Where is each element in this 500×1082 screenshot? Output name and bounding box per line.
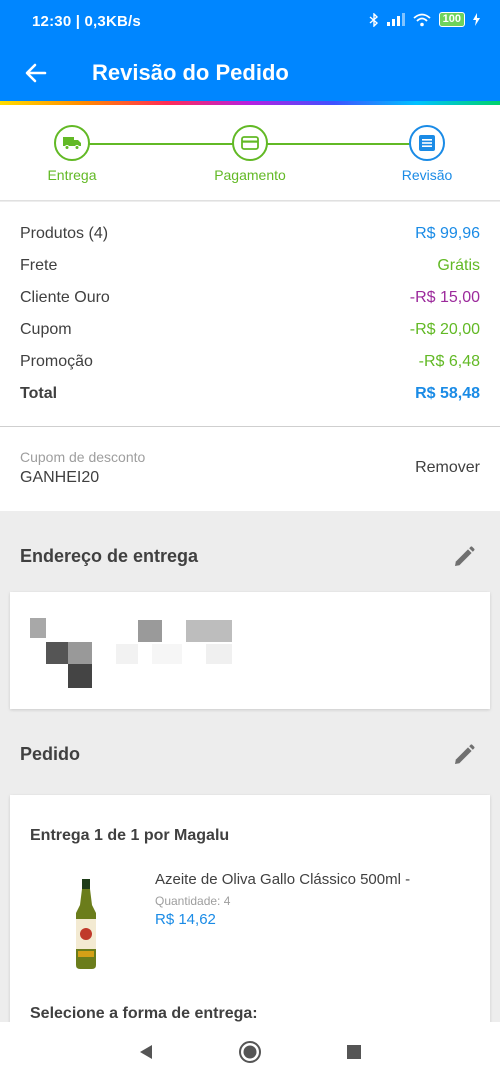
order-summary: Produtos (4) R$ 99,96 Frete Grátis Clien… (0, 202, 500, 426)
redacted-address (116, 644, 138, 664)
nav-home-button[interactable] (233, 1035, 267, 1069)
summary-value: R$ 58,48 (415, 385, 480, 402)
status-bar: 12:30 | 0,3KB/s 100 (0, 0, 500, 44)
summary-value: R$ 99,96 (415, 225, 480, 242)
summary-label: Total (20, 385, 58, 402)
step-circle (409, 125, 445, 161)
summary-row-cliente-ouro: Cliente Ouro -R$ 15,00 (20, 282, 480, 314)
step-label: Entrega (47, 167, 97, 183)
summary-row-shipping: Frete Grátis (20, 250, 480, 282)
step-entrega[interactable]: Entrega (12, 125, 132, 183)
summary-label: Frete (20, 257, 58, 274)
redacted-address (68, 664, 92, 688)
step-pagamento[interactable]: Pagamento (190, 125, 310, 183)
battery-icon: 100 (438, 12, 465, 27)
charging-icon (473, 13, 480, 26)
select-delivery-heading: Selecione a forma de entrega: (30, 1005, 258, 1022)
recents-square-icon (347, 1045, 361, 1059)
pencil-icon (455, 546, 475, 566)
credit-card-icon (241, 136, 259, 150)
back-button[interactable] (0, 44, 72, 102)
redacted-address (152, 644, 182, 664)
signal-icon (386, 13, 405, 26)
step-circle (232, 125, 268, 161)
coupon-section: Cupom de desconto GANHEI20 Remover (0, 427, 500, 511)
nav-back-button[interactable] (129, 1035, 163, 1069)
step-label: Revisão (401, 167, 453, 183)
nav-recents-button[interactable] (337, 1035, 371, 1069)
summary-row-products: Produtos (4) R$ 99,96 (20, 218, 480, 250)
redacted-address (46, 642, 68, 664)
summary-row-promotion: Promoção -R$ 6,48 (20, 346, 480, 378)
summary-label: Cupom (20, 321, 72, 338)
step-circle (54, 125, 90, 161)
bluetooth-icon (369, 12, 378, 27)
address-card[interactable] (10, 592, 490, 709)
summary-label: Promoção (20, 353, 93, 370)
app-bar: 12:30 | 0,3KB/s 100 Revisão do Pedido (0, 0, 500, 105)
delivery-heading: Entrega 1 de 1 por Magalu (30, 827, 230, 844)
step-revisao[interactable]: Revisão (367, 125, 487, 183)
home-circle-icon (239, 1041, 261, 1063)
product-name: Azeite de Oliva Gallo Clássico 500ml - (155, 871, 411, 888)
product-price: R$ 14,62 (155, 911, 216, 928)
order-title: Pedido (20, 744, 81, 764)
summary-value: -R$ 15,00 (409, 289, 480, 306)
redacted-address (206, 644, 232, 664)
summary-label: Cliente Ouro (20, 289, 110, 306)
summary-value: -R$ 6,48 (418, 353, 480, 370)
pencil-icon (455, 744, 475, 764)
redacted-address (138, 620, 162, 642)
address-title: Endereço de entrega (20, 546, 199, 566)
checkout-stepper: Entrega Pagamento Revisão (0, 105, 500, 201)
summary-value: Grátis (437, 257, 480, 274)
product-image (76, 879, 96, 969)
summary-row-total: Total R$ 58,48 (20, 378, 480, 410)
remove-coupon-button[interactable]: Remover (415, 459, 480, 477)
edit-order-button[interactable] (450, 741, 478, 769)
wifi-icon (413, 13, 431, 26)
redacted-address (68, 642, 92, 664)
summary-value: -R$ 20,00 (409, 321, 480, 338)
order-card: Entrega 1 de 1 por Magalu Azeite de Oliv… (10, 795, 490, 1035)
system-nav-bar (0, 1022, 500, 1082)
truck-icon (63, 137, 81, 150)
status-icons: 100 (369, 12, 480, 27)
status-time: 12:30 | 0,3KB/s (32, 13, 141, 30)
page-title: Revisão do Pedido (92, 60, 289, 85)
toolbar: Revisão do Pedido (0, 44, 500, 102)
step-label: Pagamento (214, 167, 286, 183)
back-triangle-icon (140, 1045, 152, 1059)
list-icon (419, 135, 435, 151)
product-quantity: Quantidade: 4 (155, 894, 231, 908)
edit-address-button[interactable] (450, 543, 478, 571)
arrow-left-icon (25, 63, 47, 83)
coupon-code: GANHEI20 (20, 469, 100, 486)
summary-row-coupon: Cupom -R$ 20,00 (20, 314, 480, 346)
summary-label: Produtos (4) (20, 225, 109, 242)
redacted-address (30, 618, 46, 638)
redacted-address (186, 620, 232, 642)
coupon-label: Cupom de desconto (20, 449, 146, 465)
